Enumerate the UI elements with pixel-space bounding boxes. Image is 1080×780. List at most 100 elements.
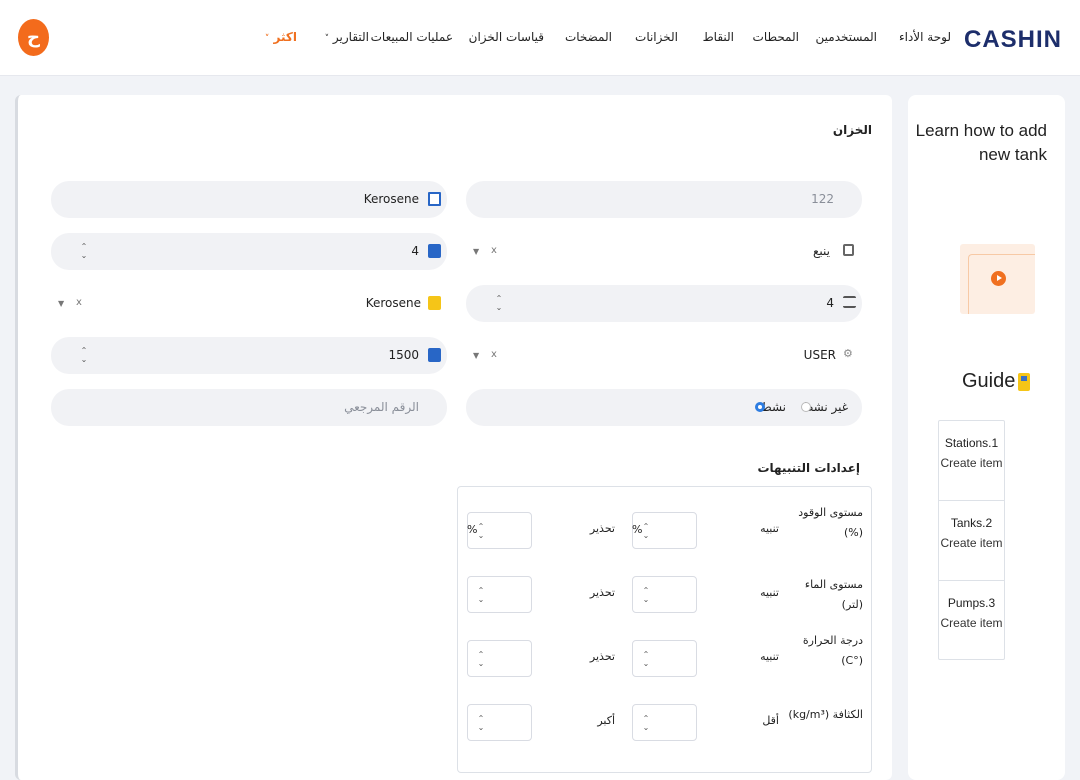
tank-icon bbox=[428, 348, 441, 362]
alert-label: تنبيه bbox=[760, 586, 779, 599]
percent-unit: % bbox=[632, 523, 643, 536]
nav-reports[interactable]: التقارير ˅ bbox=[325, 30, 369, 44]
station-select[interactable]: ▼ x ينبع bbox=[466, 233, 862, 270]
alert-label: تنبيه bbox=[760, 522, 779, 535]
guide-label: Guide bbox=[962, 370, 1016, 392]
stepper-icon[interactable]: ⌃ ⌄ bbox=[476, 714, 486, 732]
fuel-name-value: Kerosene bbox=[363, 192, 419, 206]
temperature-alert-input[interactable]: ⌃ ⌄ bbox=[632, 640, 697, 677]
density-min-input[interactable]: ⌃ ⌄ bbox=[632, 704, 697, 741]
step-action[interactable]: Create item bbox=[939, 533, 1004, 553]
stepper-icon[interactable]: ⌃ ⌄ bbox=[79, 242, 89, 260]
capacity-field[interactable]: ⌃ ⌄ 1500 bbox=[51, 337, 447, 374]
step-action[interactable]: Create item bbox=[939, 613, 1004, 633]
step-title: Tanks.2 bbox=[950, 516, 993, 530]
status-inactive-radio[interactable] bbox=[801, 402, 811, 412]
temperature-label: درجة الحرارة (°C) bbox=[802, 634, 863, 667]
fuel-pump-icon bbox=[1018, 372, 1031, 391]
capacity-value: 1500 bbox=[388, 348, 419, 362]
top-navbar: CASHIN لوحة الأداء المستخدمين المحطات ال… bbox=[0, 0, 1080, 76]
step-pumps[interactable]: Pumps.3 Create item bbox=[939, 581, 1004, 661]
stepper-icon[interactable]: ⌃ ⌄ bbox=[641, 650, 651, 668]
water-alert-input[interactable]: ⌃ ⌄ bbox=[632, 576, 697, 613]
status-field: غير نشط نشط bbox=[466, 389, 862, 426]
guide-sidebar: Learn how to add new tank Guide Stations… bbox=[908, 95, 1065, 780]
tank-number-value: 122 bbox=[811, 192, 834, 206]
fuel-level-label: مستوى الوقود (%) bbox=[798, 506, 863, 539]
reference-number-field[interactable]: الرقم المرجعي bbox=[51, 389, 447, 426]
nav-more[interactable]: اكثر ˅ bbox=[265, 30, 297, 44]
translate-icon bbox=[428, 192, 441, 206]
percent-unit: % bbox=[467, 523, 478, 536]
water-warning-input[interactable]: ⌃ ⌄ bbox=[467, 576, 532, 613]
tank-count-value: 4 bbox=[411, 244, 419, 258]
avatar[interactable]: ح bbox=[18, 19, 49, 56]
warning-label: تحذير bbox=[589, 650, 615, 663]
step-title: Stations.1 bbox=[944, 436, 999, 450]
stepper-icon[interactable]: ⌃ ⌄ bbox=[476, 586, 486, 604]
chevron-down-icon: ▼ bbox=[58, 299, 65, 308]
nav-sales-operations[interactable]: عمليات المبيعات bbox=[371, 30, 453, 44]
nav-stations[interactable]: المحطات bbox=[753, 30, 799, 44]
temperature-warning-input[interactable]: ⌃ ⌄ bbox=[467, 640, 532, 677]
stepper-icon[interactable]: ⌃ ⌄ bbox=[79, 346, 89, 364]
fuel-pump-icon bbox=[428, 296, 441, 310]
tank-number-field[interactable]: 122 bbox=[466, 181, 862, 218]
clear-icon[interactable]: x bbox=[491, 349, 497, 360]
warning-label: تحذير bbox=[589, 522, 615, 535]
section-title: الخزان bbox=[832, 123, 872, 137]
step-stations[interactable]: Stations.1 Create item bbox=[939, 421, 1004, 501]
reference-number-placeholder: الرقم المرجعي bbox=[344, 400, 419, 414]
nav-users[interactable]: المستخدمين bbox=[816, 30, 877, 44]
alert-label: تنبيه bbox=[760, 650, 779, 663]
stepper-icon[interactable]: ⌃ ⌄ bbox=[641, 522, 651, 540]
warning-label: تحذير bbox=[589, 586, 615, 599]
nav-dashboard[interactable]: لوحة الأداء bbox=[899, 30, 951, 44]
user-select[interactable]: ▼ x USER ⚙ bbox=[466, 337, 862, 374]
fuel-type-value: Kerosene bbox=[365, 296, 421, 310]
status-active-radio[interactable] bbox=[755, 402, 765, 412]
stepper-icon[interactable]: ⌃ ⌄ bbox=[476, 522, 486, 540]
tank-count-field[interactable]: ⌃ ⌄ 4 bbox=[51, 233, 447, 270]
nav-reports-label: التقارير bbox=[332, 30, 369, 44]
tank-form-card: الخزان 122 Kerosene ▼ x ينبع ⌃ ⌄ 4 ⌃ ⌄ 4 ▼… bbox=[15, 95, 892, 780]
stepper-icon[interactable]: ⌃ ⌄ bbox=[494, 294, 504, 312]
alerts-panel: مستوى الوقود (%) تنبيه ⌃ ⌄ % تحذير ⌃ ⌄ % م… bbox=[457, 486, 872, 773]
fuel-type-select[interactable]: ▼ x Kerosene bbox=[51, 285, 447, 322]
density-max-input[interactable]: ⌃ ⌄ bbox=[467, 704, 532, 741]
density-label: الكثافة (kg/m³) bbox=[788, 708, 863, 721]
brand-logo[interactable]: CASHIN bbox=[964, 26, 1062, 54]
station-value: ينبع bbox=[813, 244, 830, 258]
chevron-down-icon: ˅ bbox=[324, 34, 330, 44]
nav-tank-readings[interactable]: قياسات الخزان bbox=[469, 30, 544, 44]
stepper-icon[interactable]: ⌃ ⌄ bbox=[476, 650, 486, 668]
chevron-down-icon: ˅ bbox=[264, 34, 270, 44]
stepper-icon[interactable]: ⌃ ⌄ bbox=[641, 714, 651, 732]
chevron-down-icon: ▼ bbox=[473, 351, 480, 360]
guide-steps: Stations.1 Create item Tanks.2 Create it… bbox=[938, 420, 1005, 660]
max-label: أكبر bbox=[597, 714, 615, 727]
step-tanks[interactable]: Tanks.2 Create item bbox=[939, 501, 1004, 581]
gear-icon: ⚙ bbox=[843, 347, 853, 360]
step-title: Pumps.3 bbox=[947, 596, 996, 610]
nav-pumps[interactable]: المضخات bbox=[565, 30, 612, 44]
nav-more-label: اكثر bbox=[273, 30, 297, 44]
clear-icon[interactable]: x bbox=[76, 297, 82, 308]
step-action[interactable]: Create item bbox=[939, 453, 1004, 473]
clear-icon[interactable]: x bbox=[491, 245, 497, 256]
points-field[interactable]: ⌃ ⌄ 4 bbox=[466, 285, 862, 322]
points-value: 4 bbox=[826, 296, 834, 310]
guide-video[interactable] bbox=[960, 244, 1035, 314]
user-value: USER bbox=[803, 348, 836, 362]
stepper-icon[interactable]: ⌃ ⌄ bbox=[641, 586, 651, 604]
nav-points[interactable]: النقاط bbox=[703, 30, 734, 44]
nav-tanks[interactable]: الخزانات bbox=[635, 30, 678, 44]
guide-title: Learn how to add new tank bbox=[915, 121, 1047, 164]
fuel-name-field[interactable]: Kerosene bbox=[51, 181, 447, 218]
alerts-title: إعدادات التنبيهات bbox=[757, 461, 860, 475]
building-icon bbox=[843, 244, 854, 256]
water-level-label: مستوى الماء (لتر) bbox=[804, 578, 863, 611]
list-icon bbox=[843, 296, 856, 308]
chevron-down-icon: ▼ bbox=[473, 247, 480, 256]
play-icon[interactable] bbox=[991, 271, 1006, 286]
